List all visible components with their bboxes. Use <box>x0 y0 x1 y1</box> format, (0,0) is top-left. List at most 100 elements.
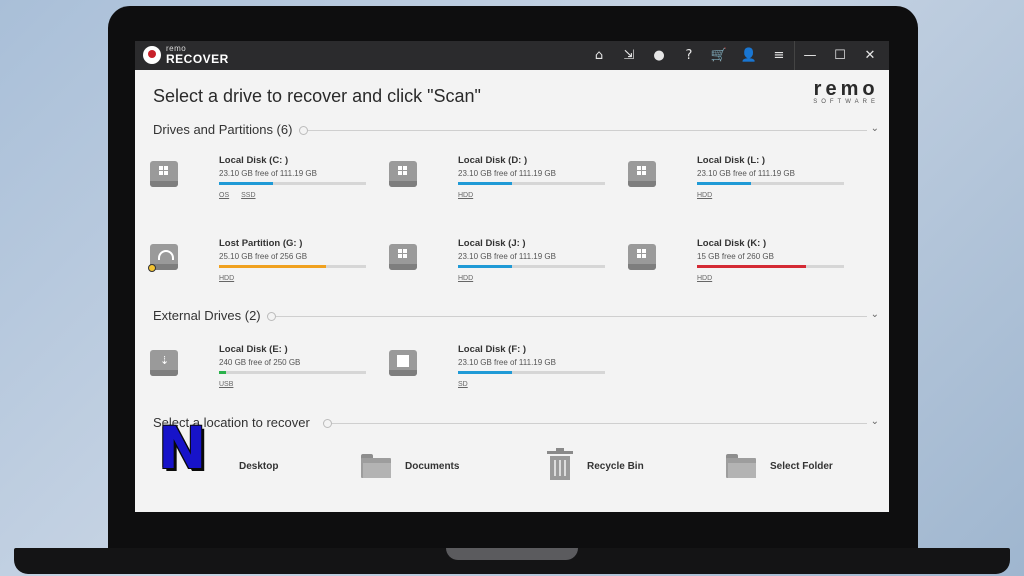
title-bar: remo RECOVER ⌂ ⇲ ●? 🛒 👤 ≡ — ☐ ✕ <box>135 41 889 70</box>
drive-usage-bar <box>219 182 366 185</box>
drive-usage-fill <box>458 182 513 185</box>
cart-icon[interactable]: 🛒 <box>704 41 734 70</box>
windows-drive-icon <box>389 244 417 272</box>
drive-card[interactable]: Lost Partition (G: ) 25.10 GB free of 256… <box>136 238 366 292</box>
title-bar-controls: ⌂ ⇲ ●? 🛒 👤 ≡ — ☐ ✕ <box>584 41 885 70</box>
app-logo-main-text: RECOVER <box>166 52 229 66</box>
location-label: Documents <box>405 460 460 472</box>
app-window: remo RECOVER ⌂ ⇲ ●? 🛒 👤 ≡ — ☐ ✕ Select a drive t… <box>135 41 889 512</box>
app-logo: remo RECOVER <box>143 45 229 65</box>
drive-name: Local Disk (L: ) <box>697 155 766 166</box>
section-drives-partitions[interactable]: Drives and Partitions (6) ⌄ <box>153 122 879 137</box>
drive-usage-fill <box>219 371 227 374</box>
page-title: Select a drive to recover and click "Sca… <box>153 86 481 106</box>
chevron-down-icon[interactable]: ⌄ <box>871 123 879 134</box>
export-icon[interactable]: ⇲ <box>614 41 644 70</box>
brand-name: remo <box>813 78 879 100</box>
drive-usage-bar <box>697 265 844 268</box>
location-documents[interactable]: Documents <box>361 449 459 483</box>
channel-watermark-logo: N <box>158 414 207 482</box>
maximize-icon[interactable]: ☐ <box>825 41 855 70</box>
drive-name: Local Disk (D: ) <box>458 155 528 166</box>
documents-folder-icon <box>361 454 391 478</box>
section-location[interactable]: Select a location to recover ⌄ <box>153 415 879 430</box>
drive-tag[interactable]: SSD <box>241 192 255 199</box>
drive-free-space: 15 GB free of 260 GB <box>697 252 774 261</box>
drive-tag[interactable]: HDD <box>219 275 234 282</box>
location-select-folder[interactable]: Select Folder <box>726 449 833 483</box>
location-label: Desktop <box>239 460 279 472</box>
drive-name: Local Disk (C: ) <box>219 155 289 166</box>
drive-name: Local Disk (K: ) <box>697 238 767 249</box>
usb-drive-icon: ⇣ <box>150 350 178 378</box>
windows-drive-icon <box>389 161 417 189</box>
section-radio-icon <box>323 419 332 428</box>
windows-drive-icon <box>628 161 656 189</box>
drive-tag[interactable]: OS <box>219 192 229 199</box>
record-icon[interactable]: ● <box>644 41 674 70</box>
user-icon[interactable]: 👤 <box>734 41 764 70</box>
drive-usage-fill <box>458 371 513 374</box>
drive-card[interactable]: Local Disk (F: ) 23.10 GB free of 111.19 … <box>375 344 605 398</box>
minimize-icon[interactable]: — <box>795 41 825 70</box>
location-label: Select Folder <box>770 460 833 472</box>
chevron-down-icon[interactable]: ⌄ <box>871 416 879 427</box>
drive-usage-fill <box>697 265 806 268</box>
chevron-down-icon[interactable]: ⌄ <box>871 309 879 320</box>
select-folder-icon <box>726 454 756 478</box>
drive-name: Local Disk (E: ) <box>219 344 288 355</box>
drive-free-space: 23.10 GB free of 111.19 GB <box>458 358 556 367</box>
drive-usage-fill <box>458 265 513 268</box>
drive-card[interactable]: ⇣ Local Disk (E: ) 240 GB free of 250 GB US… <box>136 344 366 398</box>
drive-tag[interactable]: HDD <box>458 192 473 199</box>
section-radio-icon <box>267 312 276 321</box>
drive-usage-bar <box>219 265 366 268</box>
drive-usage-bar <box>458 182 605 185</box>
location-recycle-bin[interactable]: Recycle Bin <box>547 448 644 483</box>
help-icon[interactable]: ? <box>674 41 704 70</box>
home-icon[interactable]: ⌂ <box>584 41 614 70</box>
drive-card[interactable]: Local Disk (K: ) 15 GB free of 260 GB HDD <box>614 238 844 292</box>
section-divider <box>276 316 867 317</box>
warning-badge-icon <box>148 264 156 272</box>
drive-free-space: 23.10 GB free of 111.19 GB <box>697 169 795 178</box>
section-divider <box>308 130 867 131</box>
drive-free-space: 23.10 GB free of 111.19 GB <box>458 252 556 261</box>
drive-usage-fill <box>697 182 752 185</box>
drive-card[interactable]: Local Disk (D: ) 23.10 GB free of 111.19 … <box>375 155 605 209</box>
drive-card[interactable]: Local Disk (L: ) 23.10 GB free of 111.19 … <box>614 155 844 209</box>
section-label: Drives and Partitions (6) <box>153 122 297 137</box>
menu-icon[interactable]: ≡ <box>764 41 794 70</box>
drive-free-space: 25.10 GB free of 256 GB <box>219 252 308 261</box>
lost-partition-icon <box>148 244 178 272</box>
drive-usage-fill <box>219 182 274 185</box>
laptop-notch <box>446 548 578 560</box>
drive-tag[interactable]: HDD <box>458 275 473 282</box>
drive-free-space: 240 GB free of 250 GB <box>219 358 301 367</box>
drive-tag[interactable]: HDD <box>697 192 712 199</box>
drive-tag[interactable]: USB <box>219 381 233 388</box>
sd-card-icon <box>389 350 417 378</box>
drive-tag[interactable]: SD <box>458 381 468 388</box>
recycle-bin-icon <box>547 448 573 481</box>
drive-usage-bar <box>458 265 605 268</box>
drive-tag[interactable]: HDD <box>697 275 712 282</box>
drive-card[interactable]: Local Disk (J: ) 23.10 GB free of 111.19 … <box>375 238 605 292</box>
drive-usage-fill <box>219 265 327 268</box>
section-label: External Drives (2) <box>153 308 265 323</box>
drive-card[interactable]: Local Disk (C: ) 23.10 GB free of 111.19 … <box>136 155 366 209</box>
brand-logo: remo SOFTWARE <box>813 79 879 105</box>
drive-name: Lost Partition (G: ) <box>219 238 303 249</box>
drive-usage-bar <box>697 182 844 185</box>
drive-free-space: 23.10 GB free of 111.19 GB <box>458 169 556 178</box>
windows-drive-icon <box>628 244 656 272</box>
brand-subtitle: SOFTWARE <box>813 99 879 105</box>
section-external-drives[interactable]: External Drives (2) ⌄ <box>153 308 879 323</box>
windows-drive-icon <box>150 161 178 189</box>
drive-usage-bar <box>458 371 605 374</box>
close-icon[interactable]: ✕ <box>855 41 885 70</box>
remo-logo-icon <box>143 46 161 64</box>
section-divider <box>332 423 867 424</box>
location-label: Recycle Bin <box>587 460 644 472</box>
drive-free-space: 23.10 GB free of 111.19 GB <box>219 169 317 178</box>
